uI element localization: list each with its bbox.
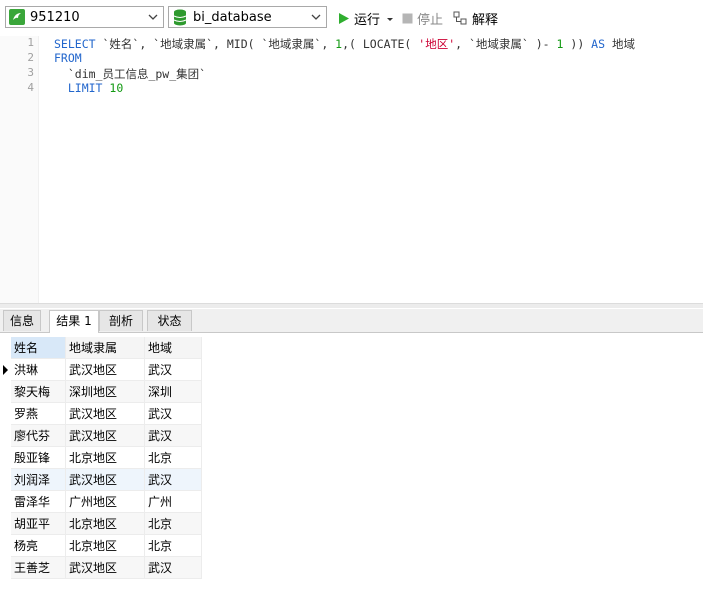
table-cell[interactable]: 刘润泽 <box>11 469 66 491</box>
table-cell[interactable]: 北京 <box>145 535 202 557</box>
code-token: ,( LOCATE( <box>342 37 419 51</box>
pane-splitter[interactable] <box>0 303 703 308</box>
table-cell[interactable]: 北京地区 <box>66 513 145 535</box>
result-tabs: 信息 结果 1 剖析 状态 <box>0 309 703 333</box>
run-label: 运行 <box>354 13 381 28</box>
table-cell[interactable]: 武汉 <box>145 469 202 491</box>
table-cell[interactable]: 北京地区 <box>66 535 145 557</box>
table-cell[interactable]: 武汉地区 <box>66 403 145 425</box>
table-cell[interactable]: 北京 <box>145 447 202 469</box>
tab-profile[interactable]: 剖析 <box>99 310 143 331</box>
connection-value: 951210 <box>30 10 80 25</box>
table-cell[interactable]: 武汉地区 <box>66 359 145 381</box>
code-token: '地区' <box>418 37 456 51</box>
table-cell[interactable]: 北京 <box>145 513 202 535</box>
code-token: FROM <box>54 51 82 65</box>
table-cell[interactable]: 廖代芬 <box>11 425 66 447</box>
code-line: `dim_员工信息_pw_集团` <box>54 66 206 82</box>
tab-info[interactable]: 信息 <box>3 310 41 331</box>
code-token: AS <box>591 37 606 51</box>
code-token: SELECT <box>54 37 96 51</box>
code-line: FROM <box>54 51 82 65</box>
table-cell[interactable]: 武汉 <box>145 359 202 381</box>
stop-button[interactable]: 停止 <box>402 9 443 28</box>
table-cell[interactable]: 武汉地区 <box>66 469 145 491</box>
code-line: LIMIT 10 <box>54 81 123 95</box>
code-token: 10 <box>109 81 124 95</box>
explain-button[interactable]: 解释 <box>453 9 498 28</box>
table-cell[interactable]: 深圳地区 <box>66 381 145 403</box>
line-number-gutter: 1 2 3 4 <box>0 36 39 304</box>
line-number: 2 <box>27 51 34 64</box>
table-cell[interactable]: 罗燕 <box>11 403 66 425</box>
line-number: 3 <box>27 66 34 79</box>
code-token: LIMIT <box>67 81 103 95</box>
caret-down-icon[interactable] <box>385 14 395 24</box>
table-cell[interactable]: 广州 <box>145 491 202 513</box>
code-token: )) <box>563 37 592 51</box>
table-cell[interactable]: 胡亚平 <box>11 513 66 535</box>
table-cell[interactable]: 殷亚锋 <box>11 447 66 469</box>
table-cell[interactable]: 武汉 <box>145 425 202 447</box>
code-token: 地域 <box>605 37 635 51</box>
chevron-down-icon <box>148 14 158 20</box>
code-token: , `地域隶属` )- <box>455 37 557 51</box>
code-token: `dim_员工信息_pw_集团` <box>54 67 207 81</box>
tab-status[interactable]: 状态 <box>147 310 192 331</box>
stop-label: 停止 <box>417 13 444 28</box>
table-cell[interactable]: 黎天梅 <box>11 381 66 403</box>
tab-result-1[interactable]: 结果 1 <box>49 310 99 333</box>
chevron-down-icon <box>311 14 321 20</box>
column-header[interactable]: 姓名 <box>11 337 66 359</box>
database-select[interactable]: bi_database <box>168 6 327 28</box>
connection-icon <box>9 9 25 25</box>
column-header[interactable]: 地域 <box>145 337 202 359</box>
table-cell[interactable]: 洪琳 <box>11 359 66 381</box>
code-token: `姓名`, `地域隶属`, MID( `地域隶属`, <box>95 37 336 51</box>
table-cell[interactable]: 王善芝 <box>11 557 66 579</box>
sql-editor[interactable]: 1 2 3 4 SELECT `姓名`, `地域隶属`, MID( `地域隶属`… <box>0 36 703 304</box>
table-cell[interactable]: 武汉 <box>145 403 202 425</box>
table-cell[interactable]: 广州地区 <box>66 491 145 513</box>
table-cell[interactable]: 雷泽华 <box>11 491 66 513</box>
table-cell[interactable]: 武汉地区 <box>66 425 145 447</box>
database-icon <box>173 9 187 26</box>
line-number: 1 <box>27 36 34 49</box>
stop-icon <box>402 13 413 24</box>
toolbar: 951210 bi_database 运行 停止 解释 <box>0 0 703 36</box>
table-cell[interactable]: 北京地区 <box>66 447 145 469</box>
table-cell[interactable]: 深圳 <box>145 381 202 403</box>
table-cell[interactable]: 武汉 <box>145 557 202 579</box>
table-cell[interactable]: 杨亮 <box>11 535 66 557</box>
connection-select[interactable]: 951210 <box>5 6 164 28</box>
explain-icon <box>453 11 467 25</box>
table-cell[interactable]: 武汉地区 <box>66 557 145 579</box>
explain-label: 解释 <box>472 13 499 28</box>
database-value: bi_database <box>193 10 272 25</box>
play-icon <box>339 13 349 24</box>
column-header[interactable]: 地域隶属 <box>66 337 145 359</box>
run-button[interactable]: 运行 <box>337 9 395 28</box>
current-row-indicator-icon <box>0 359 11 381</box>
code-line: SELECT `姓名`, `地域隶属`, MID( `地域隶属`, 1,( LO… <box>54 36 635 52</box>
line-number: 4 <box>27 81 34 94</box>
